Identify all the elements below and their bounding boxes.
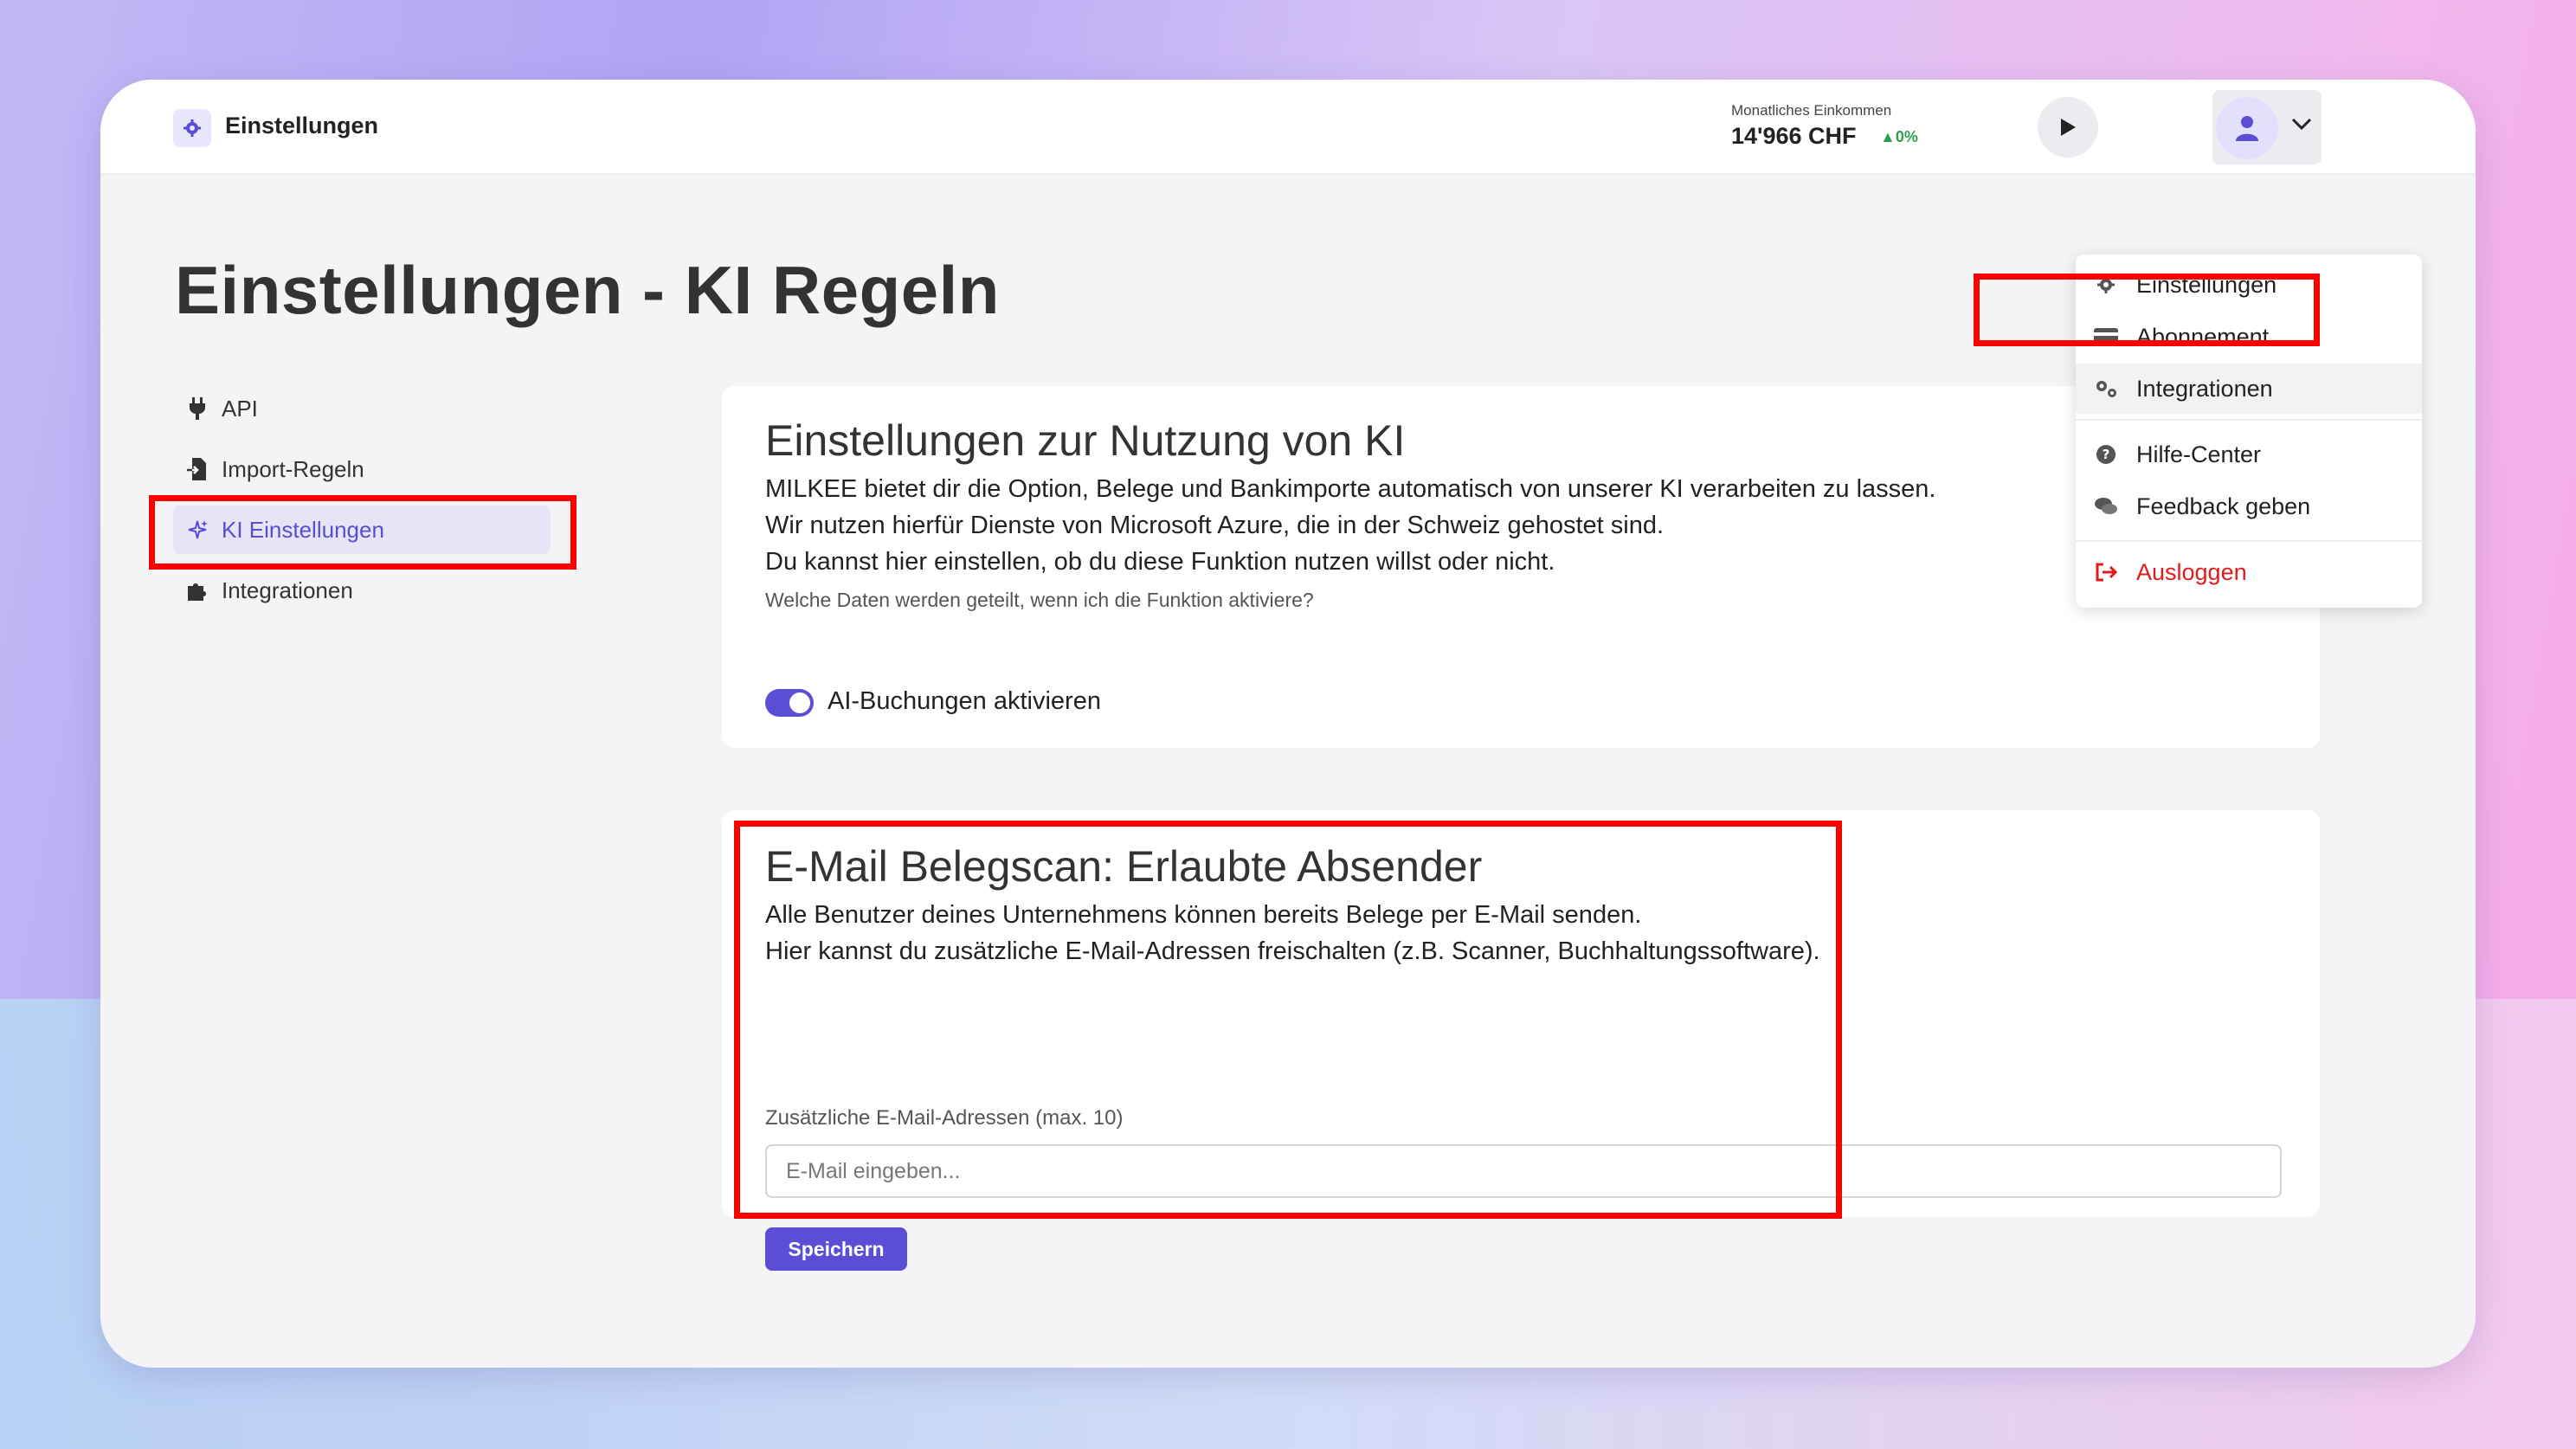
sidebar-item-label: Integrationen (222, 576, 353, 603)
data-sharing-info-link[interactable]: Welche Daten werden geteilt, wenn ich di… (765, 589, 1314, 612)
play-icon (2061, 119, 2076, 136)
menu-item-label: Integrationen (2136, 375, 2273, 402)
comments-icon (2076, 496, 2136, 517)
plug-icon (173, 397, 222, 420)
svg-text:?: ? (2103, 447, 2110, 462)
highlight-email-scan-card (734, 821, 1842, 1219)
income-change: ▲0% (1880, 128, 1918, 146)
highlight-menu-integrationen (1974, 274, 2320, 346)
sidebar-item-api[interactable]: API (173, 384, 551, 433)
menu-item-integrationen[interactable]: Integrationen (2076, 364, 2422, 414)
menu-divider (2076, 419, 2422, 421)
ai-bookings-toggle-label: AI-Buchungen aktivieren (828, 687, 1101, 715)
menu-item-label: Ausloggen (2136, 558, 2247, 585)
ai-card-title: Einstellungen zur Nutzung von KI (765, 416, 1406, 465)
menu-item-feedback[interactable]: Feedback geben (2076, 481, 2422, 531)
sidebar-item-integrationen[interactable]: Integrationen (173, 566, 551, 615)
sidebar-item-label: Import-Regeln (222, 455, 364, 482)
ai-bookings-toggle[interactable] (765, 689, 814, 717)
highlight-ki-einstellungen (149, 495, 576, 570)
sidebar-item-label: API (222, 395, 258, 422)
sidebar-item-import-regeln[interactable]: Import-Regeln (173, 445, 551, 493)
ai-card-line3: Du kannst hier einstellen, ob du diese F… (765, 548, 1555, 576)
app-title: Einstellungen (225, 113, 379, 138)
user-avatar-icon[interactable] (2216, 97, 2278, 159)
chevron-down-icon[interactable] (2289, 111, 2315, 137)
arrow-up-icon: ▲ (1880, 128, 1896, 145)
save-button[interactable]: Speichern (765, 1227, 907, 1271)
app-window: Einstellungen Monatliches Einkommen 14'9… (100, 80, 2476, 1368)
menu-divider (2076, 540, 2422, 542)
page-title: Einstellungen - KI Regeln (175, 252, 1000, 328)
question-circle-icon: ? (2076, 444, 2136, 465)
income-change-value: 0% (1895, 128, 1918, 145)
income-value: 14'966 CHF (1731, 123, 1857, 149)
income-label: Monatliches Einkommen (1731, 102, 1892, 119)
menu-item-label: Feedback geben (2136, 493, 2311, 519)
settings-logo-icon (173, 109, 211, 147)
menu-item-ausloggen[interactable]: Ausloggen (2076, 547, 2422, 597)
file-import-icon (173, 458, 222, 480)
menu-item-hilfe-center[interactable]: ? Hilfe-Center (2076, 429, 2422, 480)
puzzle-icon (173, 579, 222, 602)
logout-icon (2076, 562, 2136, 583)
play-button[interactable] (2038, 97, 2098, 158)
ai-card-line1: MILKEE bietet dir die Option, Belege und… (765, 475, 1936, 503)
ai-card-line2: Wir nutzen hierfür Dienste von Microsoft… (765, 512, 1665, 539)
gears-icon (2076, 378, 2136, 399)
menu-item-label: Hilfe-Center (2136, 441, 2262, 467)
top-bar: Einstellungen Monatliches Einkommen 14'9… (100, 80, 2476, 175)
